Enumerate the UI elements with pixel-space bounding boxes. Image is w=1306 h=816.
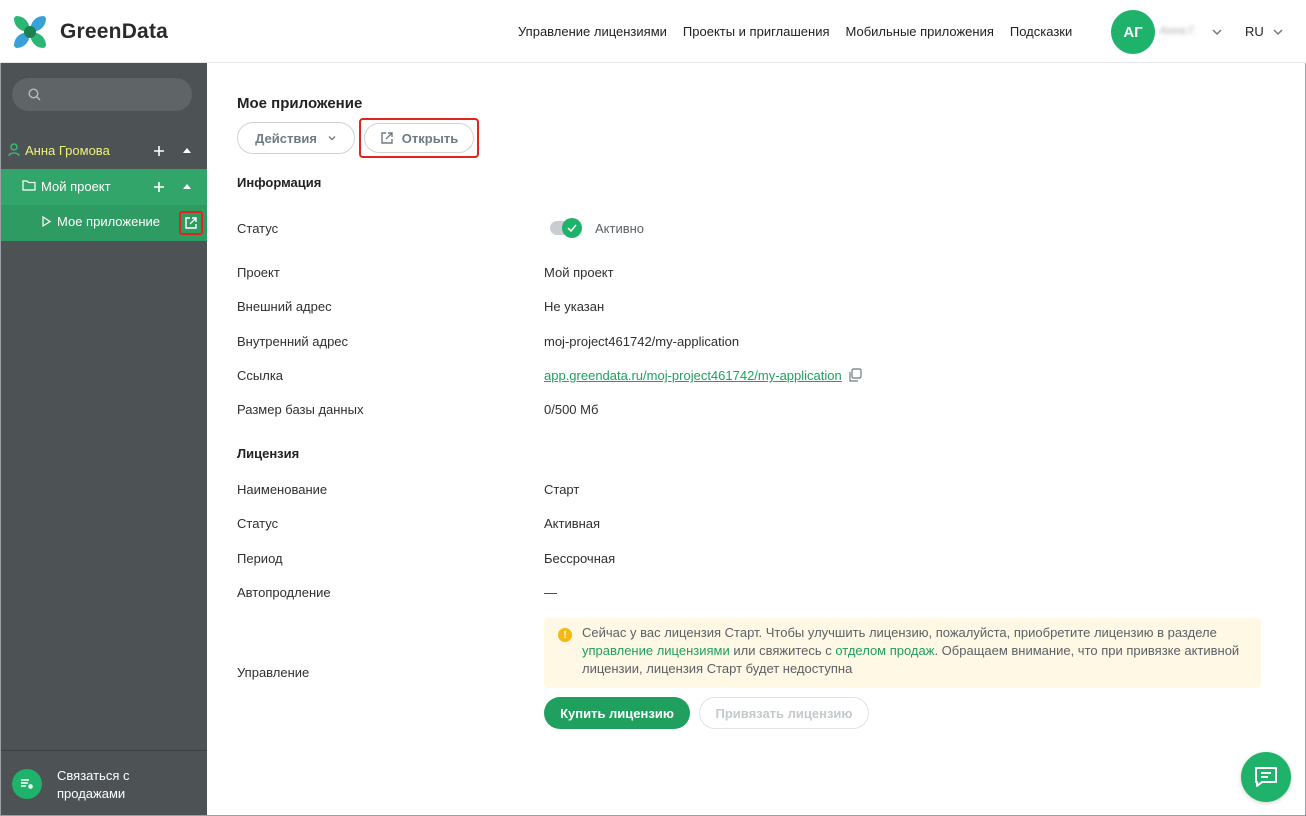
notice-link-license-management[interactable]: управление лицензиями [582, 643, 730, 658]
sidebar: Анна Громова Мой проект Мое приложение С… [1, 63, 207, 815]
page-title: Мое приложение [237, 95, 363, 112]
status-value: Активно [595, 221, 645, 236]
search-icon [28, 88, 41, 101]
internal-address-value: moj-project461742/my-application [544, 334, 740, 349]
info-section-title: Информация [237, 175, 322, 190]
brand-name[interactable]: GreenData [60, 20, 168, 44]
language-selector[interactable]: RU [1245, 24, 1264, 39]
external-link-icon [381, 132, 393, 144]
db-size-label: Размер базы данных [237, 402, 364, 417]
sidebar-item-app[interactable]: Мое приложение [1, 205, 207, 241]
project-label: Проект [237, 265, 280, 280]
collapse-project-caret-icon[interactable] [183, 184, 191, 189]
add-app-plus-icon[interactable] [153, 181, 165, 193]
external-address-label: Внешний адрес [237, 299, 332, 314]
copy-icon[interactable] [848, 368, 862, 382]
sales-icon [12, 769, 42, 799]
folder-icon [22, 180, 36, 191]
actions-dropdown-button[interactable]: Действия [237, 122, 355, 154]
license-section-title: Лицензия [237, 446, 300, 461]
bind-license-button[interactable]: Привязать лицензию [699, 697, 869, 729]
open-label: Открыть [401, 130, 459, 146]
warning-icon: ! [558, 628, 572, 642]
sidebar-search-input[interactable] [12, 78, 192, 111]
open-app-external-button[interactable] [179, 211, 203, 235]
license-period-label: Период [237, 551, 283, 566]
top-header: GreenData Управление лицензиями Проекты … [0, 0, 1306, 63]
top-navigation: Управление лицензиями Проекты и приглаше… [518, 24, 1072, 39]
external-address-value: Не указан [544, 299, 605, 314]
project-value: Мой проект [544, 265, 614, 280]
autorenew-value: — [544, 585, 557, 600]
contact-sales-label: Связаться с продажами [57, 768, 130, 801]
play-icon [42, 216, 51, 227]
license-name-value: Старт [544, 482, 580, 497]
sidebar-project-label: Мой проект [41, 179, 111, 194]
sidebar-user-label: Анна Громова [25, 143, 110, 158]
actions-label: Действия [255, 130, 317, 146]
greendata-logo-icon[interactable] [12, 14, 48, 50]
nav-license-management[interactable]: Управление лицензиями [518, 24, 667, 39]
sidebar-item-user[interactable]: Анна Громова [1, 135, 207, 165]
check-icon [562, 218, 582, 238]
language-chevron-down-icon[interactable] [1273, 27, 1283, 37]
open-app-button[interactable]: Открыть [364, 123, 474, 153]
contact-sales-button[interactable]: Связаться с продажами [1, 750, 207, 815]
license-status-label: Статус [237, 516, 279, 531]
internal-address-label: Внутренний адрес [237, 334, 349, 349]
notice-link-sales[interactable]: отделом продаж [835, 643, 934, 658]
user-name[interactable]: Анна Г. [1160, 25, 1196, 37]
status-toggle[interactable] [550, 218, 582, 238]
license-status-value: Активная [544, 516, 601, 531]
sidebar-item-project[interactable]: Мой проект Мое приложение [1, 169, 207, 241]
link-row: app.greendata.ru/moj-project461742/my-ap… [544, 368, 862, 383]
buy-license-button[interactable]: Купить лицензию [544, 697, 690, 729]
user-icon [8, 143, 20, 157]
avatar[interactable]: АГ [1111, 10, 1155, 54]
collapse-user-caret-icon[interactable] [183, 148, 191, 153]
sidebar-app-label: Мое приложение [57, 214, 160, 229]
nav-mobile-apps[interactable]: Мобильные приложения [846, 24, 994, 39]
license-period-value: Бессрочная [544, 551, 616, 566]
status-label: Статус [237, 221, 279, 236]
open-button-highlight: Открыть [359, 118, 479, 158]
chat-button[interactable] [1241, 752, 1291, 802]
db-size-value: 0/500 Мб [544, 402, 599, 417]
link-label: Ссылка [237, 368, 284, 383]
license-notice: ! Сейчас у вас лицензия Старт. Чтобы улу… [544, 618, 1261, 688]
nav-hints[interactable]: Подсказки [1010, 24, 1072, 39]
nav-projects-invitations[interactable]: Проекты и приглашения [683, 24, 830, 39]
autorenew-label: Автопродление [237, 585, 331, 600]
external-link-icon [185, 217, 197, 229]
chat-icon [1255, 767, 1277, 787]
license-name-label: Наименование [237, 482, 328, 497]
notice-text: Сейчас у вас лицензия Старт. Чтобы улучш… [582, 625, 1240, 676]
management-label: Управление [237, 665, 310, 680]
app-link[interactable]: app.greendata.ru/moj-project461742/my-ap… [544, 368, 842, 383]
add-project-plus-icon[interactable] [153, 145, 165, 157]
user-menu-chevron-down-icon[interactable] [1212, 27, 1222, 37]
chevron-down-icon [328, 136, 336, 141]
